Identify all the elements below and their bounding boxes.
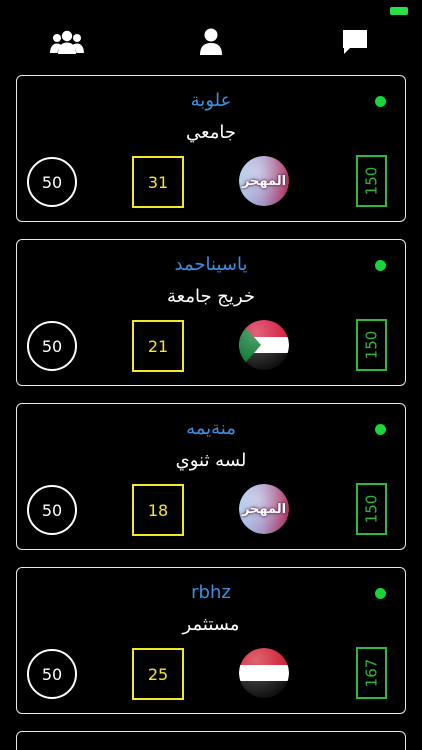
user-card[interactable]: علوبة جامعي 50 31 المهجر 150 [16,75,406,222]
points-box: 150 [356,483,387,535]
circle-value: 50 [27,157,77,207]
user-education: لسه ثنوي [175,450,247,471]
users-icon [50,29,84,59]
score-box: 25 [132,648,184,700]
score-box: 18 [132,484,184,536]
user-education: مستثمر [182,614,240,635]
circle-value: 50 [27,321,77,371]
nav-users-button[interactable] [47,28,87,60]
nav-chat-button[interactable] [335,28,375,60]
online-status-dot [375,588,386,599]
user-name[interactable]: rbhz [17,582,405,603]
user-name[interactable]: منةيمه [17,418,405,439]
flag-label: المهجر [241,501,287,517]
battery-indicator [390,7,408,15]
user-card[interactable]: rbhz مستثمر 50 25 167 [16,567,406,714]
flag-icon [239,320,289,370]
flag-label: المهجر [241,173,287,189]
chat-icon [341,28,369,60]
circle-value: 50 [27,649,77,699]
user-card[interactable]: ياسيناحمد خريج جامعة 50 21 150 [16,239,406,386]
online-status-dot [375,424,386,435]
user-card[interactable]: منةيمه لسه ثنوي 50 18 المهجر 150 [16,403,406,550]
points-value: 150 [362,330,381,360]
points-box: 150 [356,155,387,207]
flag-icon: المهجر [239,156,289,206]
points-box: 167 [356,647,387,699]
circle-value: 50 [27,485,77,535]
flag-icon [239,648,289,698]
nav-profile-button[interactable] [191,28,231,60]
user-icon [200,28,222,60]
score-box: 31 [132,156,184,208]
user-name[interactable]: علوبة [17,90,405,111]
points-value: 150 [362,166,381,196]
online-status-dot [375,96,386,107]
user-education: جامعي [186,122,236,143]
online-status-dot [375,260,386,271]
user-card-partial[interactable] [16,731,406,750]
points-value: 150 [362,494,381,524]
top-nav [0,28,422,60]
flag-icon: المهجر [239,484,289,534]
points-value: 167 [362,658,381,688]
score-box: 21 [132,320,184,372]
user-education: خريج جامعة [167,286,255,307]
points-box: 150 [356,319,387,371]
user-name[interactable]: ياسيناحمد [17,254,405,275]
